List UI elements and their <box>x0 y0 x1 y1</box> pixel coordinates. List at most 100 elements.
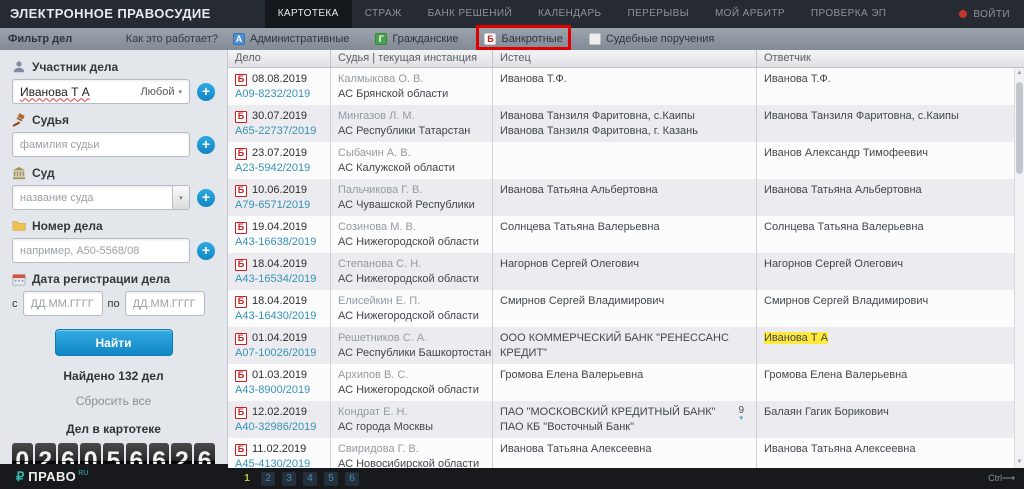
nav-item[interactable]: КАЛЕНДАРЬ <box>525 0 614 28</box>
court-dropdown-button[interactable]: ▾ <box>172 186 189 209</box>
case-number-link[interactable]: А45-4130/2019 <box>235 457 324 468</box>
court-name: АС Новосибирской области <box>338 457 486 468</box>
search-button[interactable]: Найти <box>55 329 173 356</box>
case-number-section-label: Номер дела <box>12 218 215 234</box>
page-button[interactable]: 5 <box>324 472 338 486</box>
case-type-tab[interactable]: Судебные поручения <box>589 33 715 45</box>
judge-input[interactable] <box>20 139 182 151</box>
defendant-name: Громова Елена Валерьевна <box>764 369 907 381</box>
case-type-icon: А <box>233 33 245 45</box>
bottom-bar: 1 2 3 4 5 6 Ctrl⟶ <box>228 468 1024 489</box>
person-icon <box>12 60 26 74</box>
case-number-link[interactable]: А43-16638/2019 <box>235 235 324 250</box>
case-number-link[interactable]: А43-8900/2019 <box>235 383 324 398</box>
page-button[interactable]: 3 <box>282 472 296 486</box>
participant-role-select[interactable]: Любой ▾ <box>140 86 182 98</box>
case-number-input[interactable] <box>20 245 182 257</box>
case-type-tab[interactable]: Б Банкротные <box>484 33 562 45</box>
table-row[interactable]: Б 01.04.2019 А07-10026/2019 Решетников С… <box>228 327 1024 364</box>
add-judge-button[interactable] <box>197 136 215 154</box>
reset-all-link[interactable]: Сбросить все <box>12 394 215 408</box>
page-button[interactable]: 2 <box>261 472 275 486</box>
pravo-logo-text: ПРАВО <box>28 469 76 484</box>
table-row[interactable]: Б 19.04.2019 А43-16638/2019 Созинова М. … <box>228 216 1024 253</box>
court-select[interactable]: ▾ <box>12 185 190 210</box>
participant-input[interactable]: Иванова Т А Любой ▾ <box>12 79 190 104</box>
case-number-link[interactable]: А43-16430/2019 <box>235 309 324 324</box>
court-name: АС Чувашской Республики <box>338 198 486 213</box>
court-name: АС Республики Башкортостан <box>338 346 486 361</box>
table-row[interactable]: Б 11.02.2019 А45-4130/2019 Свиридова Г. … <box>228 438 1024 468</box>
col-header-case[interactable]: Дело <box>228 50 330 67</box>
table-row[interactable]: Б 18.04.2019 А43-16430/2019 Елисейкин Е.… <box>228 290 1024 327</box>
page-button[interactable]: 4 <box>303 472 317 486</box>
judge-name: Калмыкова О. В. <box>338 72 486 87</box>
nav-item[interactable]: МОЙ АРБИТР <box>702 0 798 28</box>
page-button[interactable]: 6 <box>345 472 359 486</box>
case-number-link[interactable]: А40-32986/2019 <box>235 420 324 435</box>
case-number-link[interactable]: А43-16534/2019 <box>235 272 324 287</box>
reg-date-section-label: Дата регистрации дела <box>12 271 215 287</box>
case-number-link[interactable]: А07-10026/2019 <box>235 346 324 361</box>
table-row[interactable]: Б 30.07.2019 А65-22737/2019 Мингазов Л. … <box>228 105 1024 142</box>
case-number-link[interactable]: А23-5942/2019 <box>235 161 324 176</box>
defendant-name: Балаян Гагик Борикович <box>764 406 889 418</box>
scroll-down-icon[interactable]: ▼ <box>1015 457 1024 468</box>
add-court-button[interactable] <box>197 189 215 207</box>
nav-item[interactable]: СТРАЖ <box>352 0 415 28</box>
date-from-input[interactable] <box>31 298 95 310</box>
pravo-footer: ₽ ПРАВО RU <box>0 464 228 489</box>
case-number-link[interactable]: А65-22737/2019 <box>235 124 324 139</box>
nav-item[interactable]: КАРТОТЕКА <box>265 0 352 28</box>
col-header-plaintiff[interactable]: Истец <box>492 50 756 67</box>
court-name: АС Калужской области <box>338 161 486 176</box>
judge-name: Мингазов Л. М. <box>338 109 486 124</box>
case-type-tab[interactable]: Г Гражданские <box>375 33 458 45</box>
login-area[interactable]: ВОЙТИ <box>899 0 1024 28</box>
filter-bar: Фильтр дел Как это работает? А Администр… <box>0 28 1024 50</box>
page-button[interactable]: 1 <box>240 472 254 486</box>
table-body: Б 08.08.2019 А09-8232/2019 Калмыкова О. … <box>228 68 1024 468</box>
table-row[interactable]: Б 08.08.2019 А09-8232/2019 Калмыкова О. … <box>228 68 1024 105</box>
login-button[interactable]: ВОЙТИ <box>973 9 1010 20</box>
judge-name: Степанова С. Н. <box>338 257 486 272</box>
court-input[interactable] <box>20 192 172 204</box>
table-scrollbar[interactable]: ▲ ▼ <box>1014 68 1024 468</box>
cases-counter-label: Дел в картотеке <box>12 422 215 436</box>
participants-count-badge[interactable]: 9 ▾ <box>738 407 744 423</box>
app-title: ЭЛЕКТРОННОЕ ПРАВОСУДИЕ <box>0 0 211 28</box>
how-it-works-link[interactable]: Как это работает? <box>126 33 218 45</box>
case-date: 18.04.2019 <box>252 294 307 309</box>
folder-icon <box>12 219 26 233</box>
participant-section-label: Участник дела <box>12 59 215 75</box>
table-row[interactable]: Б 01.03.2019 А43-8900/2019 Архипов В. С.… <box>228 364 1024 401</box>
case-number-link[interactable]: А09-8232/2019 <box>235 87 324 102</box>
table-row[interactable]: Б 10.06.2019 А79-6571/2019 Пальчикова Г.… <box>228 179 1024 216</box>
bankruptcy-case-icon: Б <box>235 259 247 271</box>
table-row[interactable]: Б 18.04.2019 А43-16534/2019 Степанова С.… <box>228 253 1024 290</box>
case-number-link[interactable]: А79-6571/2019 <box>235 198 324 213</box>
add-case-number-button[interactable] <box>197 242 215 260</box>
table-row[interactable]: Б 12.02.2019 А40-32986/2019 Кондрат Е. Н… <box>228 401 1024 438</box>
scrollbar-thumb[interactable] <box>1016 82 1023 174</box>
top-navbar: ЭЛЕКТРОННОЕ ПРАВОСУДИЕ КАРТОТЕКА СТРАЖ Б… <box>0 0 1024 28</box>
col-header-judge[interactable]: Судья | текущая инстанция <box>330 50 492 67</box>
nav-item[interactable]: ПЕРЕРЫВЫ <box>615 0 702 28</box>
defendant-name: Иванова Танзиля Фаритовна, с.Каипы <box>764 110 959 122</box>
nav-item[interactable]: БАНК РЕШЕНИЙ <box>415 0 525 28</box>
add-participant-button[interactable] <box>197 83 215 101</box>
pravo-logo-suffix: RU <box>78 470 88 477</box>
plaintiff-name: Смирнов Сергей Владимирович <box>500 295 664 307</box>
case-type-tab[interactable]: А Административные <box>233 33 349 45</box>
bankruptcy-case-icon: Б <box>235 185 247 197</box>
col-header-defendant[interactable]: Ответчик <box>756 50 1024 67</box>
case-type-tabs: А Административные Г Гражданские Б Банкр… <box>228 33 714 45</box>
plaintiff-name: Иванова Т.Ф. <box>500 73 567 85</box>
scroll-up-icon[interactable]: ▲ <box>1015 68 1024 79</box>
table-row[interactable]: Б 23.07.2019 А23-5942/2019 Сыбачин А. В.… <box>228 142 1024 179</box>
date-to-input[interactable] <box>133 298 197 310</box>
results-count: Найдено 132 дел <box>12 369 215 383</box>
case-date: 12.02.2019 <box>252 405 307 420</box>
nav-item[interactable]: ПРОВЕРКА ЭП <box>798 0 899 28</box>
plaintiff-name: ООО КОММЕРЧЕСКИЙ БАНК "РЕНЕССАНС КРЕДИТ" <box>500 332 729 359</box>
